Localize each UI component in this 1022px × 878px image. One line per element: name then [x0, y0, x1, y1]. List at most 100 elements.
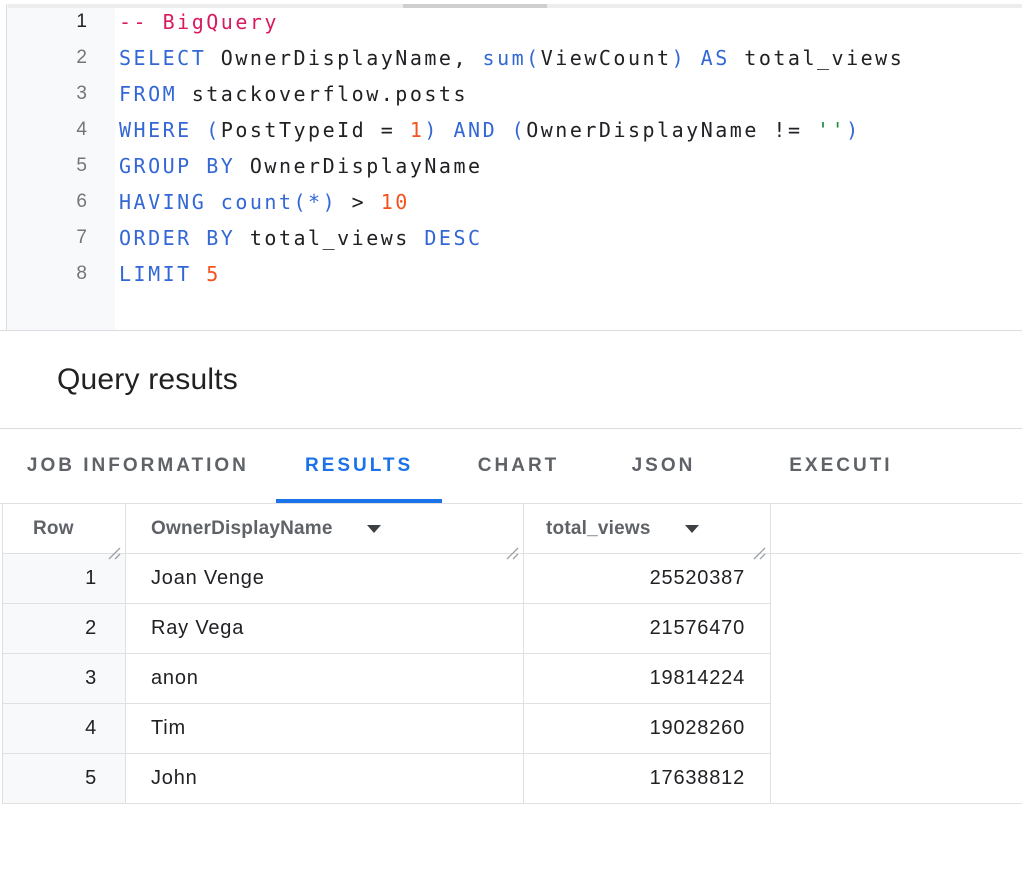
results-table: Row OwnerDisplayName total_views 1Joan Ven…	[0, 503, 1022, 804]
line-number: 7	[7, 220, 87, 256]
results-table-inner: Row OwnerDisplayName total_views 1Joan Ven…	[2, 504, 1022, 804]
code-token-comment: -- BigQuery	[119, 10, 279, 34]
line-number: 2	[7, 40, 87, 76]
code-token-kw: DESC	[424, 226, 482, 250]
cell-total-views: 25520387	[524, 554, 771, 604]
cell-owner-display-name: Joan Venge	[126, 554, 524, 604]
column-header-label: Row	[33, 518, 74, 540]
code-line[interactable]: LIMIT 5	[119, 256, 1022, 292]
column-resize-handle[interactable]	[751, 545, 767, 561]
column-header-owner-display-name[interactable]: OwnerDisplayName	[126, 504, 524, 554]
cell-spacer	[771, 704, 1022, 754]
code-token-num: 5	[206, 262, 221, 286]
query-results-header: Query results	[0, 331, 1022, 429]
code-token-kw: FROM	[119, 82, 177, 106]
table-row[interactable]: 4Tim19028260	[3, 704, 1022, 754]
tab-label: EXECUTI	[789, 455, 892, 477]
code-token-num: 10	[381, 190, 410, 214]
code-token-id	[192, 262, 207, 286]
code-area[interactable]: -- BigQuery SELECT OwnerDisplayName, sum(…	[115, 4, 1022, 330]
column-header-spacer	[771, 504, 1022, 554]
code-token-id: OwnerDisplayName,	[206, 46, 482, 70]
table-row[interactable]: 5John17638812	[3, 754, 1022, 804]
code-token-kw: AND	[454, 118, 498, 142]
cell-row-number: 2	[3, 604, 126, 654]
active-tab-indicator	[276, 499, 443, 503]
cell-owner-display-name: John	[126, 754, 524, 804]
sql-editor[interactable]: 12345678 -- BigQuery SELECT OwnerDisplayN…	[0, 4, 1022, 331]
cell-row-number: 3	[3, 654, 126, 704]
code-token-str: ''	[817, 118, 846, 142]
cell-total-views: 19814224	[524, 654, 771, 704]
code-token-kw: )	[846, 118, 861, 142]
tab-job-information[interactable]: JOB INFORMATION	[0, 429, 276, 503]
code-line[interactable]: ORDER BY total_views DESC	[119, 220, 1022, 256]
code-line[interactable]: WHERE (PostTypeId = 1) AND (OwnerDisplay…	[119, 112, 1022, 148]
code-token-kw: (	[512, 118, 527, 142]
sort-dropdown-icon[interactable]	[685, 525, 699, 533]
code-token-id: PostTypeId =	[221, 118, 410, 142]
code-token-id: total_views	[730, 46, 905, 70]
code-token-kw: )	[424, 118, 439, 142]
code-token-id: ViewCount	[541, 46, 672, 70]
line-number-gutter: 12345678	[6, 4, 115, 330]
column-header-label: OwnerDisplayName	[151, 518, 333, 540]
bigquery-query-screen: 12345678 -- BigQuery SELECT OwnerDisplayN…	[0, 4, 1022, 878]
tab-label: CHART	[478, 455, 560, 477]
code-token-kw: SELECT	[119, 46, 206, 70]
code-token-kw: LIMIT	[119, 262, 192, 286]
line-number: 1	[7, 4, 87, 40]
cell-total-views: 17638812	[524, 754, 771, 804]
column-resize-handle[interactable]	[106, 545, 122, 561]
sort-dropdown-icon[interactable]	[367, 525, 381, 533]
editor-horizontal-scrollbar[interactable]	[8, 4, 1022, 8]
code-token-id: total_views	[235, 226, 424, 250]
code-token-kw: (	[206, 118, 221, 142]
table-body: 1Joan Venge255203872Ray Vega215764703ano…	[3, 554, 1022, 804]
column-resize-handle[interactable]	[504, 545, 520, 561]
code-token-kw: ORDER BY	[119, 226, 235, 250]
scrollbar-thumb-icon[interactable]	[403, 4, 547, 8]
tab-label: JSON	[632, 455, 696, 477]
code-token-id	[686, 46, 701, 70]
code-token-id: >	[337, 190, 381, 214]
code-token-num: 1	[410, 118, 425, 142]
cell-owner-display-name: Tim	[126, 704, 524, 754]
cell-spacer	[771, 554, 1022, 604]
tab-chart[interactable]: CHART	[442, 429, 594, 503]
column-header-total-views[interactable]: total_views	[524, 504, 771, 554]
code-line[interactable]: -- BigQuery	[119, 4, 1022, 40]
code-token-id: stackoverflow.posts	[177, 82, 468, 106]
cell-owner-display-name: anon	[126, 654, 524, 704]
code-line[interactable]: SELECT OwnerDisplayName, sum(ViewCount) …	[119, 40, 1022, 76]
table-header-row: Row OwnerDisplayName total_views	[3, 504, 1022, 554]
tab-results[interactable]: RESULTS	[276, 429, 443, 503]
code-token-kw: WHERE	[119, 118, 192, 142]
code-token-id: OwnerDisplayName	[235, 154, 482, 178]
line-number: 4	[7, 112, 87, 148]
code-line[interactable]: HAVING count(*) > 10	[119, 184, 1022, 220]
line-number: 5	[7, 148, 87, 184]
code-token-kw: AS	[701, 46, 730, 70]
code-token-id	[192, 118, 207, 142]
tab-execution-details[interactable]: EXECUTI	[732, 429, 1022, 503]
table-row[interactable]: 1Joan Venge25520387	[3, 554, 1022, 604]
cell-spacer	[771, 654, 1022, 704]
table-row[interactable]: 3anon19814224	[3, 654, 1022, 704]
table-row[interactable]: 2Ray Vega21576470	[3, 604, 1022, 654]
code-token-kw: )	[672, 46, 687, 70]
code-line[interactable]: FROM stackoverflow.posts	[119, 76, 1022, 112]
cell-row-number: 5	[3, 754, 126, 804]
code-token-id	[497, 118, 512, 142]
line-number: 6	[7, 184, 87, 220]
column-header-label: total_views	[546, 518, 651, 540]
code-token-kw: sum(	[483, 46, 541, 70]
code-token-kw: GROUP BY	[119, 154, 235, 178]
code-token-id: OwnerDisplayName !=	[526, 118, 817, 142]
cell-row-number: 4	[3, 704, 126, 754]
cell-total-views: 19028260	[524, 704, 771, 754]
code-line[interactable]: GROUP BY OwnerDisplayName	[119, 148, 1022, 184]
line-number: 3	[7, 76, 87, 112]
tab-json[interactable]: JSON	[595, 429, 733, 503]
cell-row-number: 1	[3, 554, 126, 604]
